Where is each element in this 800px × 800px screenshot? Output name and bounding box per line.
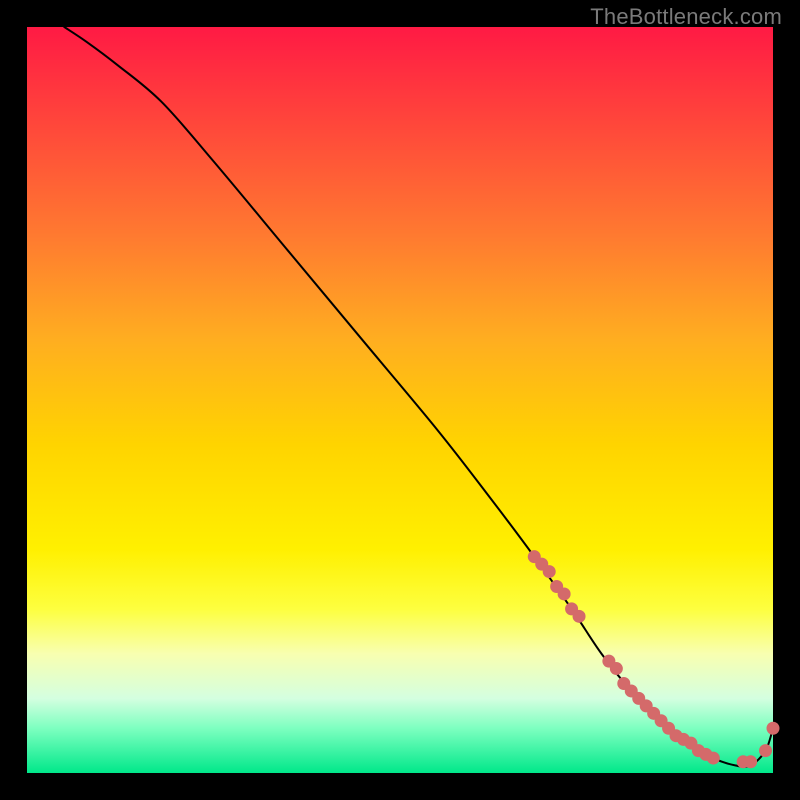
highlight-dot	[707, 752, 720, 765]
chart-frame: TheBottleneck.com	[0, 0, 800, 800]
highlight-dot	[573, 610, 586, 623]
highlight-dot	[543, 565, 556, 578]
bottleneck-curve	[64, 27, 773, 767]
highlight-dot	[744, 755, 757, 768]
curve-layer	[27, 27, 773, 773]
highlight-dot	[767, 722, 780, 735]
plot-area	[27, 27, 773, 773]
highlight-dot	[759, 744, 772, 757]
highlight-dot	[558, 587, 571, 600]
highlight-dots	[528, 550, 780, 768]
highlight-dot	[610, 662, 623, 675]
